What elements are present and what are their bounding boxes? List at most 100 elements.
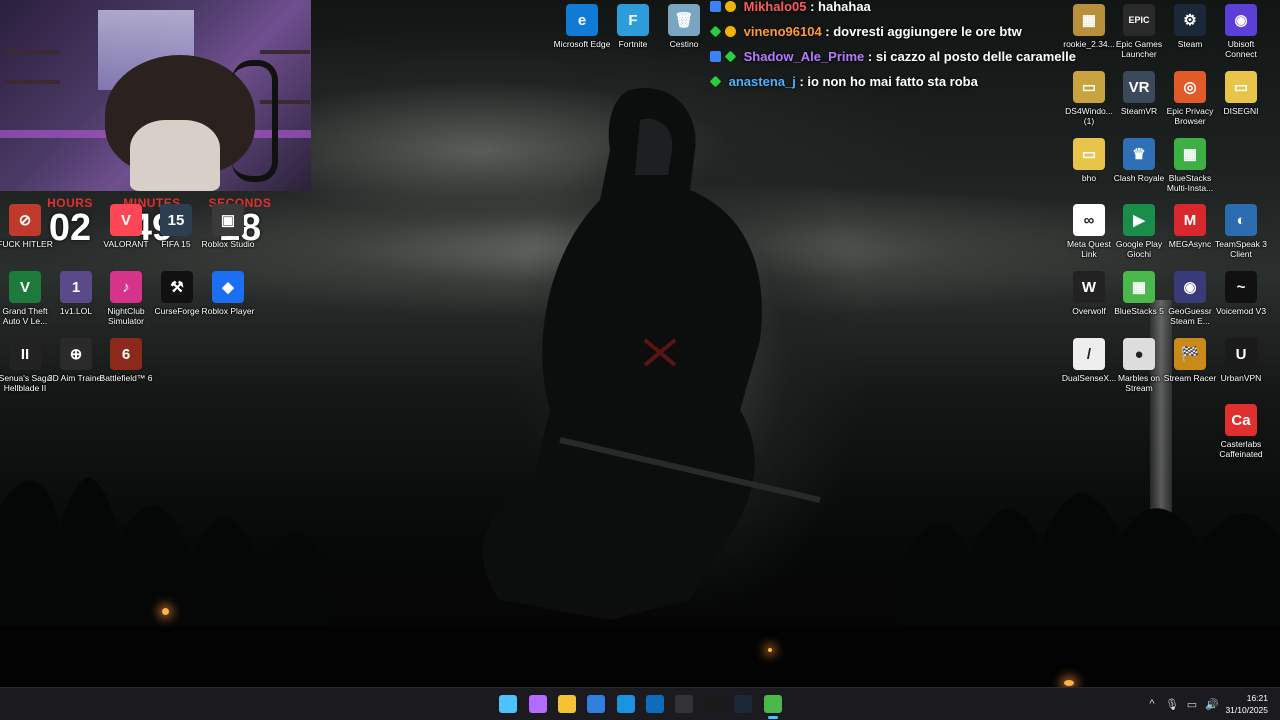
- disegni-icon: ▭: [1225, 71, 1257, 103]
- rookie-2-34-icon: ▦: [1073, 4, 1105, 36]
- chat-overlay: Mikhalo05 : hahahaa vineno96104 : dovres…: [709, 0, 1090, 94]
- urbanvpn-icon: U: [1225, 338, 1257, 370]
- taskbar-edge-app[interactable]: [617, 695, 635, 713]
- microphone-icon[interactable]: 🎙: [1162, 698, 1182, 711]
- badge-icon: [710, 51, 721, 62]
- desktop-icon-label: FUCK HITLER: [0, 239, 53, 249]
- chat-username: Shadow_Ale_Prime: [743, 49, 865, 64]
- wallpaper-ember: [162, 608, 169, 615]
- chat-message: Shadow_Ale_Prime : si cazzo al posto del…: [710, 44, 1090, 69]
- volume-icon[interactable]: 🔊: [1202, 698, 1222, 711]
- desktop-icon-fifa-15[interactable]: 15 FIFA 15: [146, 204, 206, 249]
- desktop-icon-label: FIFA 15: [161, 239, 191, 249]
- taskbar-microsoft-store-app[interactable]: [587, 695, 605, 713]
- chat-username: vineno96104: [743, 24, 822, 39]
- badge-icon: [725, 1, 736, 12]
- taskbar-obs-app[interactable]: [675, 695, 693, 713]
- curseforge-icon: ⚒: [161, 271, 193, 303]
- webcam-shelf: [260, 50, 310, 54]
- dualsensex-icon: /: [1073, 338, 1105, 370]
- network-icon[interactable]: ▭: [1182, 698, 1202, 711]
- overwolf-icon: W: [1073, 271, 1105, 303]
- fortnite-icon: F: [617, 4, 649, 36]
- desktop-icon-ubisoft-connect[interactable]: ◉ Ubisoft Connect: [1211, 4, 1271, 59]
- bluestacks-multi-insta-icon: ▦: [1174, 138, 1206, 170]
- roblox-player-icon: ◆: [212, 271, 244, 303]
- desktop-icon-cestino[interactable]: 🗑 Cestino: [654, 4, 714, 49]
- grand-theft-auto-v-le-icon: V: [9, 271, 41, 303]
- meta-quest-link-icon: ∞: [1073, 204, 1105, 236]
- desktop-icon-battlefield-6[interactable]: 6 Battlefield™ 6: [96, 338, 156, 383]
- badge-icon: [724, 50, 737, 63]
- chat-text: io non ho mai fatto sta roba: [807, 74, 978, 89]
- taskbar-clock[interactable]: 16:21 31/10/2025: [1225, 692, 1268, 716]
- webcam-shelf: [5, 50, 60, 54]
- senua-s-saga-hellblade-ii-icon: II: [9, 338, 41, 370]
- start-button[interactable]: [499, 695, 517, 713]
- marbles-on-stream-icon: ●: [1123, 338, 1155, 370]
- badge-icon: [725, 26, 736, 37]
- desktop-icon-voicemod-v3[interactable]: ~ Voicemod V3: [1211, 271, 1271, 316]
- 3d-aim-trainer-icon: ⊕: [60, 338, 92, 370]
- taskbar-copilot-app[interactable]: [529, 695, 547, 713]
- megasync-icon: M: [1174, 204, 1206, 236]
- casterlabs-caffeinated-icon: Ca: [1225, 404, 1257, 436]
- fifa-15-icon: 15: [160, 204, 192, 236]
- battlefield-6-icon: 6: [110, 338, 142, 370]
- epic-games-launcher-icon: EPIC: [1123, 4, 1155, 36]
- desktop-icon-label: Cestino: [669, 39, 699, 49]
- google-play-giochi-icon: ▶: [1123, 204, 1155, 236]
- desktop-icon-label: UrbanVPN: [1220, 373, 1262, 383]
- webcam-overlay: [0, 0, 311, 191]
- desktop-icon-label: TeamSpeak 3 Client: [1215, 239, 1267, 259]
- chat-text: hahahaa: [818, 0, 871, 14]
- ubisoft-connect-icon: ◉: [1225, 4, 1257, 36]
- desktop-icon-fuck-hitler[interactable]: ⊘ FUCK HITLER: [0, 204, 55, 249]
- chat-message: Mikhalo05 : hahahaa: [710, 0, 1090, 19]
- chat-message: vineno96104 : dovresti aggiungere le ore…: [709, 19, 1090, 44]
- webcam-face: [130, 120, 220, 191]
- chat-message: anastena_j : io non ho mai fatto sta rob…: [709, 69, 1090, 94]
- headset: [232, 60, 278, 182]
- cestino-icon: 🗑: [668, 4, 700, 36]
- desktop-icon-label: Ubisoft Connect: [1225, 39, 1257, 59]
- desktop-icon-disegni[interactable]: ▭ DISEGNI: [1211, 71, 1271, 116]
- stream-racer-icon: 🏁: [1174, 338, 1206, 370]
- desktop-icon-teamspeak-3-client[interactable]: ◐ TeamSpeak 3 Client: [1211, 204, 1271, 259]
- chat-text: si cazzo al posto delle caramelle: [875, 49, 1076, 64]
- desktop-icon-bluestacks-multi-insta[interactable]: ▦ BlueStacks Multi-Insta...: [1160, 138, 1220, 193]
- chat-text: dovresti aggiungere le ore btw: [833, 24, 1022, 39]
- taskbar-bluestacks-app[interactable]: [764, 695, 782, 719]
- bho-icon: ▭: [1073, 138, 1105, 170]
- tray-overflow-icon[interactable]: ^: [1142, 698, 1162, 710]
- chat-username: Mikhalo05: [743, 0, 807, 14]
- valorant-icon: V: [110, 204, 142, 236]
- 1v1-lol-icon: 1: [60, 271, 92, 303]
- clock-time: 16:21: [1246, 693, 1268, 703]
- badge-icon: [709, 75, 722, 88]
- desktop-icon-label: BlueStacks Multi-Insta...: [1166, 173, 1214, 193]
- desktop-icon-roblox-player[interactable]: ◆ Roblox Player: [198, 271, 258, 316]
- epic-privacy-browser-icon: ◎: [1174, 71, 1206, 103]
- microsoft-edge-icon: e: [566, 4, 598, 36]
- taskbar-steam-app[interactable]: [734, 695, 752, 713]
- desktop-icon-urbanvpn[interactable]: U UrbanVPN: [1211, 338, 1271, 383]
- taskbar-terminal-app[interactable]: [705, 695, 723, 713]
- desktop-icon-label: Roblox Player: [201, 306, 255, 316]
- nightclub-simulator-icon: ♪: [110, 271, 142, 303]
- wallpaper-ember: [768, 648, 772, 652]
- desktop-icon-label: DISEGNI: [1223, 106, 1259, 116]
- taskbar-outlook-app[interactable]: [646, 695, 664, 713]
- voicemod-v3-icon: ~: [1225, 271, 1257, 303]
- desktop-icon-casterlabs-caffeinated[interactable]: Ca Casterlabs Caffeinated: [1211, 404, 1271, 459]
- clash-royale-icon: ♛: [1123, 138, 1155, 170]
- desktop-icon-roblox-studio[interactable]: ▣ Roblox Studio: [198, 204, 258, 249]
- system-tray: ^ 🎙 ▭ 🔊: [1142, 688, 1222, 720]
- roblox-studio-icon: ▣: [212, 204, 244, 236]
- steam-icon: ⚙: [1174, 4, 1206, 36]
- geoguessr-steam-e-icon: ◉: [1174, 271, 1206, 303]
- taskbar: ^ 🎙 ▭ 🔊 16:21 31/10/2025: [0, 687, 1280, 720]
- taskbar-file-explorer-app[interactable]: [558, 695, 576, 713]
- wallpaper-ember: [1064, 680, 1074, 686]
- clock-date: 31/10/2025: [1225, 705, 1268, 715]
